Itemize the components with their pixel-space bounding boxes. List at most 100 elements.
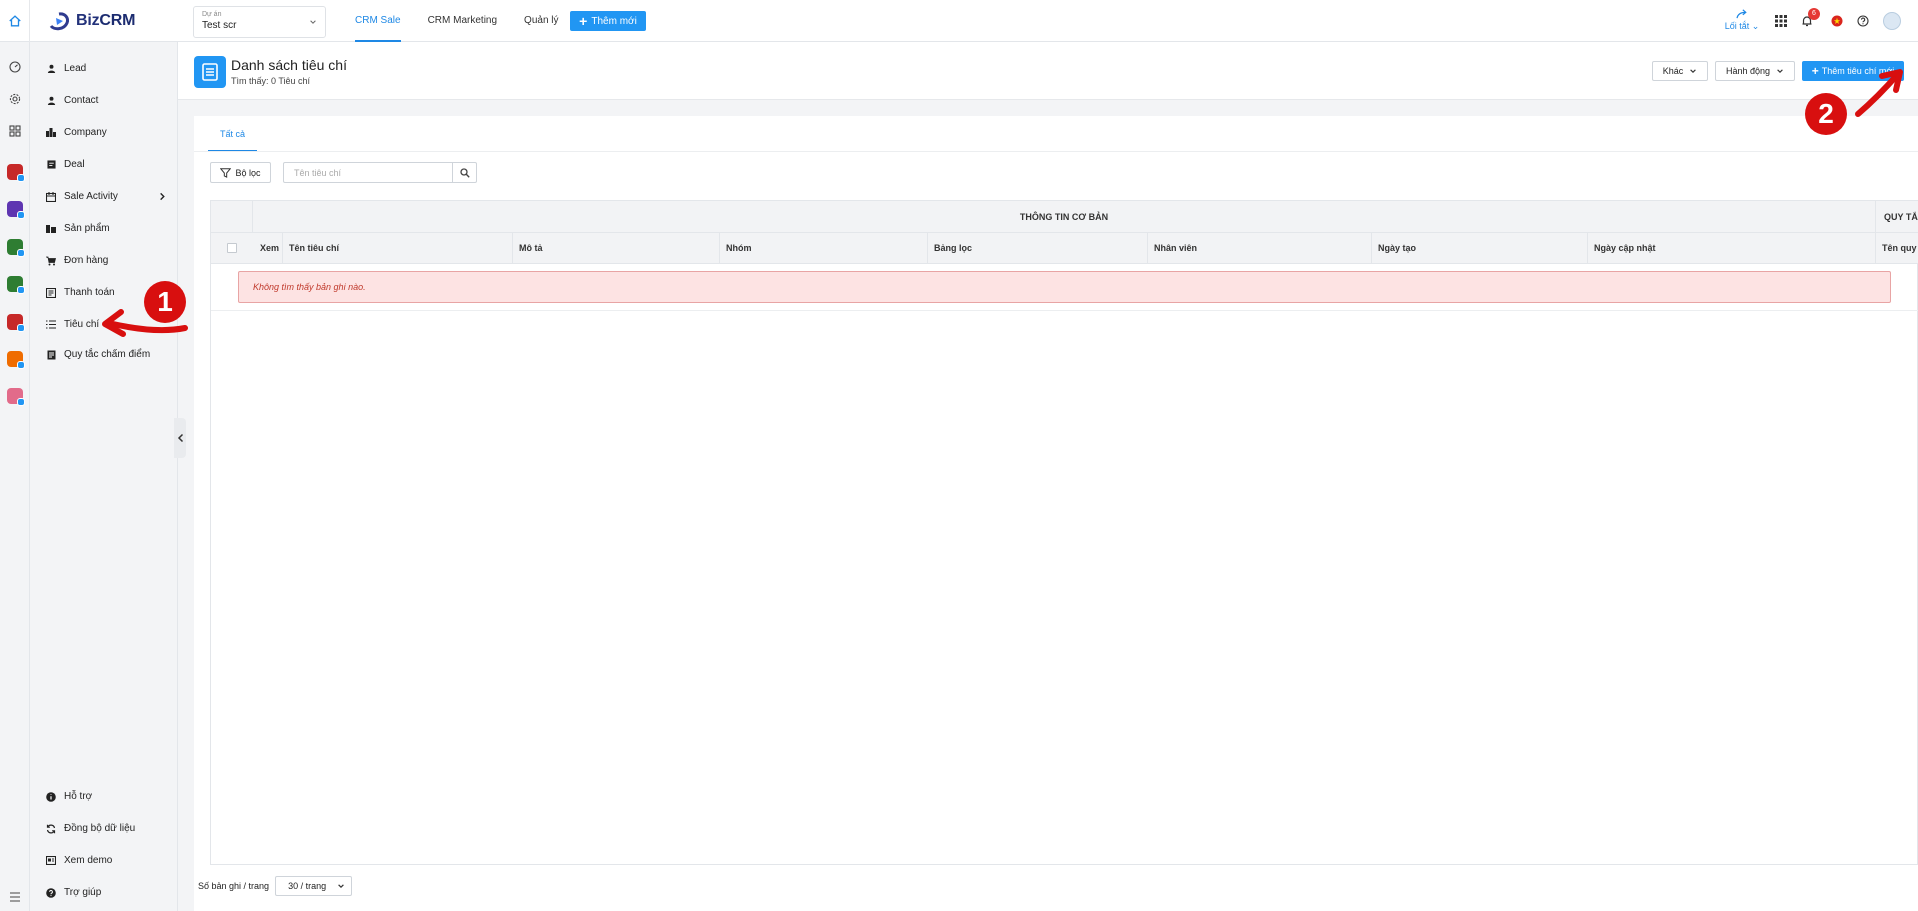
home-button[interactable] xyxy=(0,0,30,42)
sidebar-item-label: Quy tắc chấm điểm xyxy=(64,349,151,360)
select-all-cell xyxy=(211,233,252,263)
add-new-label: Thêm mới xyxy=(591,15,637,27)
rail-modules[interactable] xyxy=(7,123,23,139)
menu-lines-icon xyxy=(10,892,20,902)
deal-icon xyxy=(46,160,56,170)
app-task-icon[interactable] xyxy=(7,239,25,257)
user-avatar[interactable] xyxy=(1883,12,1901,30)
col-view[interactable]: Xem xyxy=(252,233,282,263)
sidebar-item-contact[interactable]: Contact xyxy=(46,95,166,106)
demo-icon xyxy=(46,856,56,866)
building-icon xyxy=(46,128,56,138)
col-updated-date[interactable]: Ngày cập nhật xyxy=(1587,233,1875,263)
sidebar-item-label: Contact xyxy=(64,95,99,106)
sidebar-item-ho-tro[interactable]: Hỗ trợ xyxy=(46,791,166,802)
select-all-checkbox[interactable] xyxy=(226,243,237,253)
col-group[interactable]: Nhóm xyxy=(719,233,927,263)
col-description[interactable]: Mô tả xyxy=(512,233,719,263)
sidebar-item-label: Thanh toán xyxy=(64,287,115,298)
person-icon xyxy=(46,96,56,106)
rail-settings[interactable] xyxy=(7,91,23,107)
home-icon xyxy=(8,15,21,27)
modules-icon xyxy=(9,125,21,137)
add-criteria-button[interactable]: + Thêm tiêu chí mới xyxy=(1802,61,1904,81)
page-title: Danh sách tiêu chí xyxy=(231,57,347,73)
sidebar-item-deal[interactable]: Deal xyxy=(46,159,166,170)
chevron-down-icon xyxy=(1690,69,1697,73)
app-cloud-icon[interactable] xyxy=(7,201,25,219)
top-bar: BizCRM Dự án Test scr CRM Sale CRM Marke… xyxy=(0,0,1918,42)
search-input[interactable] xyxy=(284,163,452,182)
tab-crm-sale[interactable]: CRM Sale xyxy=(355,0,401,42)
sidebar-item-label: Trợ giúp xyxy=(64,887,102,898)
person-icon xyxy=(46,64,56,74)
col-filter-table[interactable]: Bảng lọc xyxy=(927,233,1147,263)
search-icon xyxy=(459,167,470,178)
chevron-down-icon xyxy=(310,20,316,24)
action-label: Hành động xyxy=(1725,66,1771,76)
shortcut-button[interactable]: Lối tắt ⌄ xyxy=(1722,9,1762,32)
gear-icon xyxy=(9,93,21,105)
search-button[interactable] xyxy=(452,163,476,182)
tab-quan-ly[interactable]: Quản lý xyxy=(524,0,558,42)
sidebar-item-tieu-chi[interactable]: Tiêu chí xyxy=(46,319,166,330)
project-select-value: Test scr xyxy=(202,20,237,31)
action-dropdown-button[interactable]: Hành động xyxy=(1715,61,1795,81)
sidebar-item-label: Sale Activity xyxy=(64,191,118,202)
app-task-2-icon[interactable] xyxy=(7,276,25,294)
tab-all[interactable]: Tất cả xyxy=(208,124,258,152)
app-heart-icon[interactable] xyxy=(7,388,25,406)
step-1-badge: 1 xyxy=(144,281,186,323)
sidebar-item-label: Xem demo xyxy=(64,855,113,866)
criteria-table: THÔNG TIN CƠ BẢN QUY TẮC CHẤM Xem Tên ti… xyxy=(210,200,1918,865)
content-panel: Tất cả Bộ lọc THÔNG TIN CƠ BẢN QUY TẮC C… xyxy=(194,116,1918,911)
sidebar-item-company[interactable]: Company xyxy=(46,127,166,138)
app-crm-icon[interactable] xyxy=(7,164,25,182)
sidebar-item-don-hang[interactable]: Đơn hàng xyxy=(46,255,166,266)
vietnam-flag-icon xyxy=(1831,15,1843,27)
project-select[interactable]: Dự án Test scr xyxy=(193,6,326,38)
top-nav: CRM Sale CRM Marketing Quản lý xyxy=(355,0,586,42)
sidebar-item-sale-activity[interactable]: Sale Activity xyxy=(46,191,166,202)
info-icon xyxy=(46,791,56,802)
cart-icon xyxy=(46,256,56,266)
app-logo[interactable]: BizCRM xyxy=(48,10,135,32)
pager-label: Số bản ghi / trang xyxy=(198,881,270,891)
col-staff[interactable]: Nhân viên xyxy=(1147,233,1371,263)
col-name[interactable]: Tên tiêu chí xyxy=(282,233,512,263)
app-rail xyxy=(0,42,30,911)
help-button[interactable] xyxy=(1855,13,1871,29)
language-button[interactable] xyxy=(1829,13,1845,29)
col-divider xyxy=(252,201,253,233)
notification-badge: 6 xyxy=(1808,8,1820,20)
empty-message: Không tìm thấy bản ghi nào. xyxy=(238,271,1891,303)
share-arrow-icon xyxy=(1736,9,1747,19)
sidebar-item-label: Hỗ trợ xyxy=(64,791,93,802)
tab-crm-marketing[interactable]: CRM Marketing xyxy=(428,0,497,42)
sidebar: Lead Contact Company Deal Sale Activity … xyxy=(30,42,178,911)
funnel-icon xyxy=(220,167,232,178)
rail-dashboard[interactable] xyxy=(7,59,23,75)
add-new-button[interactable]: + Thêm mới xyxy=(570,11,646,31)
rail-menu[interactable] xyxy=(7,889,23,905)
page-size-select[interactable]: 30 / trang xyxy=(275,876,353,896)
sidebar-item-xem-demo[interactable]: Xem demo xyxy=(46,855,166,866)
question-circle-icon xyxy=(1857,15,1869,27)
col-rule-name[interactable]: Tên quy tắc xyxy=(1875,233,1918,263)
col-created-date[interactable]: Ngày tạo xyxy=(1371,233,1587,263)
other-dropdown-button[interactable]: Khác xyxy=(1652,61,1708,81)
sidebar-item-san-pham[interactable]: Sản phẩm xyxy=(46,223,166,234)
sidebar-item-dong-bo[interactable]: Đồng bộ dữ liệu xyxy=(46,823,166,834)
app-crm-2-icon[interactable] xyxy=(7,314,25,332)
sidebar-item-tro-giup[interactable]: Trợ giúp xyxy=(46,887,166,898)
apps-grid-button[interactable] xyxy=(1773,13,1789,29)
sidebar-item-quy-tac-cham-diem[interactable]: Quy tắc chấm điểm xyxy=(46,349,166,360)
filter-button[interactable]: Bộ lọc xyxy=(210,162,271,183)
filter-label: Bộ lọc xyxy=(235,167,261,178)
logo-mark-icon xyxy=(49,12,69,31)
calendar-icon xyxy=(46,191,56,202)
logo-text: Biz xyxy=(76,12,100,29)
app-shop-icon[interactable] xyxy=(7,351,25,369)
sidebar-item-label: Đơn hàng xyxy=(64,255,109,266)
sidebar-item-lead[interactable]: Lead xyxy=(46,63,166,74)
